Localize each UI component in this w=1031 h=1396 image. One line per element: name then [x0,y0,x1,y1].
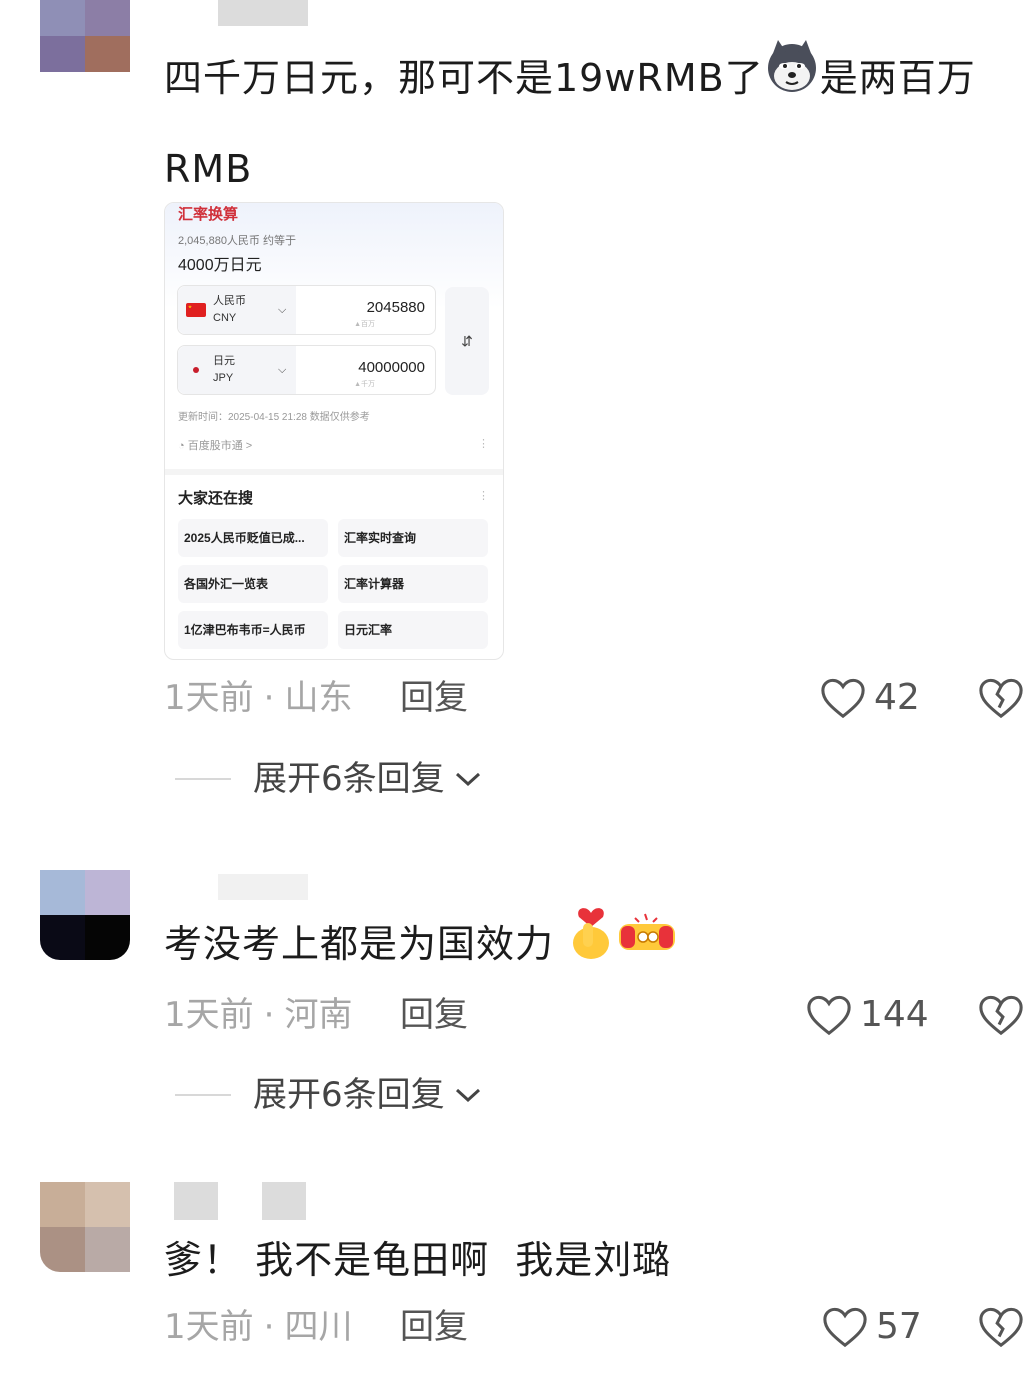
reply-button[interactable]: 回复 [400,1302,468,1352]
search-suggestion[interactable]: 汇率实时查询 [338,519,488,557]
comment-text: 四千万日元，那可不是19wRMB了 是两百万RMB [164,34,1014,213]
currency-name: 日元 [213,355,235,367]
like-button[interactable]: 144 [806,990,929,1040]
chevron-down-icon [455,772,480,787]
also-search-title: 大家还在搜 [178,490,254,507]
like-count: 42 [874,677,920,718]
search-suggestion[interactable]: 各国外汇一览表 [178,565,328,603]
comment-list: 四千万日元，那可不是19wRMB了 是两百万RMB 汇率换算 2,045,880… [0,0,1031,1396]
avatar[interactable] [40,0,130,72]
broken-heart-icon[interactable] [978,992,1024,1038]
expand-label: 展开6条回复 [253,1075,445,1115]
husky-dog-icon [764,37,820,125]
search-suggestion[interactable]: 汇率计算器 [338,565,488,603]
search-suggestion[interactable]: 2025人民币贬值已成... [178,519,328,557]
username-redacted[interactable] [262,1182,306,1220]
card-result: 4000万日元 [178,257,262,274]
currency-code: JPY [213,372,234,384]
comment-meta: 1天前 · 河南 [164,995,353,1035]
divider [175,778,231,780]
search-suggestion[interactable]: 日元汇率 [338,611,488,649]
from-currency-row[interactable]: 人民币 CNY ⌵ 2045880 ▲百万 [177,285,436,335]
more-icon[interactable]: ⋮ [478,489,489,502]
expand-label: 展开6条回复 [253,759,445,799]
currency-name: 人民币 [213,295,246,307]
more-icon[interactable]: ⋮ [478,437,489,450]
heart-icon [823,1307,867,1348]
broken-heart-icon[interactable] [978,675,1024,721]
heart-icon [807,995,851,1036]
heart-icon [821,678,865,719]
divider [165,469,503,475]
fist-salute-icon [615,903,679,991]
like-count: 57 [876,1306,922,1347]
search-suggestion[interactable]: 1亿津巴布韦币=人民币 [178,611,328,649]
jp-flag-icon [186,363,206,377]
comment-text: 考没考上都是为国效力 [164,900,1014,992]
expand-replies-button[interactable]: 展开6条回复 [175,754,483,804]
chevron-down-icon[interactable]: ⌵ [278,364,286,377]
chevron-down-icon[interactable]: ⌵ [278,304,286,317]
avatar[interactable] [40,1182,130,1272]
expand-replies-button[interactable]: 展开6条回复 [175,1070,483,1120]
amount-hint: ▲千万 [354,381,375,388]
currency-code: CNY [213,312,237,324]
source-link[interactable]: ◔ 百度股市通 > [178,437,252,453]
divider [175,1094,231,1096]
update-time: 更新时间：2025-04-15 21:28 数据仅供参考 [178,412,370,423]
broken-heart-icon[interactable] [978,1304,1024,1350]
like-button[interactable]: 42 [820,673,920,723]
comment-meta: 1天前 · 山东 [164,678,353,718]
swap-icon[interactable]: ⇵ [445,287,489,395]
amount-input[interactable]: 40000000 [358,359,425,376]
username-redacted[interactable] [174,1182,218,1220]
avatar[interactable] [40,870,130,960]
reply-button[interactable]: 回复 [400,990,468,1040]
to-currency-row[interactable]: 日元 JPY ⌵ 40000000 ▲千万 [177,345,436,395]
username-redacted[interactable] [218,0,308,26]
card-summary: 2,045,880人民币 约等于 [178,235,296,247]
finger-heart-icon [567,901,615,992]
like-button[interactable]: 57 [822,1302,922,1352]
amount-input[interactable]: 2045880 [367,299,425,316]
amount-hint: ▲百万 [354,321,375,328]
reply-button[interactable]: 回复 [400,673,468,723]
cn-flag-icon [186,303,206,317]
card-title: 汇率换算 [178,206,239,223]
comment-meta: 1天前 · 四川 [164,1307,353,1347]
like-count: 144 [860,994,929,1035]
comment-text: 爹！ 我不是龟田啊 我是刘璐 [164,1238,672,1282]
exchange-rate-screenshot[interactable]: 汇率换算 2,045,880人民币 约等于 4000万日元 人民币 CNY ⌵ … [164,202,504,660]
username-redacted[interactable] [218,874,308,900]
chevron-down-icon [455,1088,480,1103]
